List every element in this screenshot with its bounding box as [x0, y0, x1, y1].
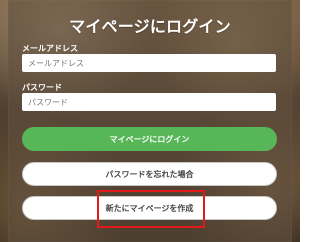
create-account-button[interactable]: 新たにマイページを作成	[22, 196, 277, 220]
page-title: マイページにログイン	[69, 17, 231, 36]
create-account-label: 新たにマイページを作成	[105, 203, 194, 213]
login-screen: マイページにログイン メールアドレス パスワード マイページにログイン パスワー…	[0, 0, 300, 242]
email-label: メールアドレス	[22, 44, 78, 53]
login-button-label: マイページにログイン	[109, 134, 190, 144]
forgot-password-button[interactable]: パスワードを忘れた場合	[22, 162, 277, 186]
email-field[interactable]	[22, 54, 276, 72]
login-button[interactable]: マイページにログイン	[22, 127, 277, 151]
forgot-password-label: パスワードを忘れた場合	[105, 169, 194, 179]
password-field[interactable]	[22, 93, 276, 111]
password-label: パスワード	[22, 83, 62, 92]
